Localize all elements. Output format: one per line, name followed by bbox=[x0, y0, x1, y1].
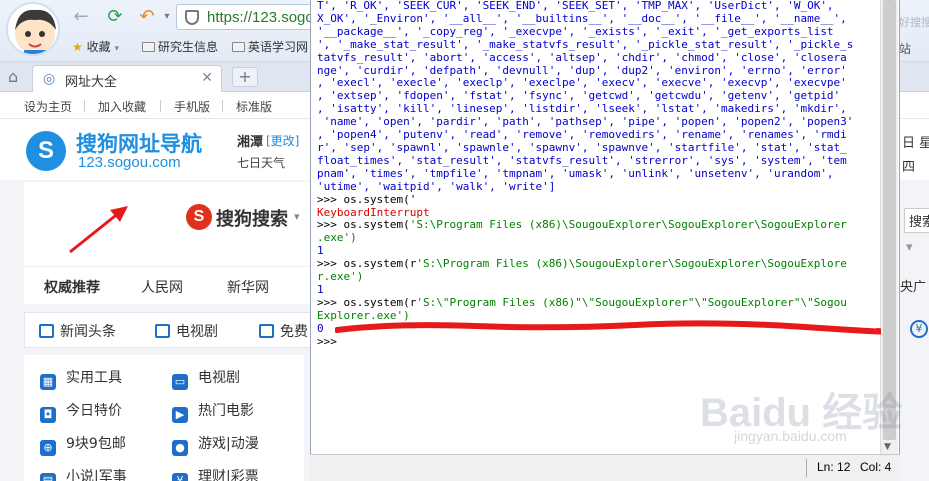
chevron-down-icon: ▾ bbox=[114, 44, 119, 54]
shell-line: T', 'R_OK', 'SEEK_CUR', 'SEEK_END', 'SEE… bbox=[317, 0, 834, 12]
red-arrow-annotation bbox=[69, 206, 128, 254]
date-fragment: 日 星期 bbox=[902, 136, 929, 151]
shell-line: r', 'sep', 'spawnl', 'spawnle', 'spawnv'… bbox=[317, 140, 847, 154]
scroll-down-arrow-icon[interactable]: ▼ bbox=[884, 442, 891, 452]
shell-line: >>> os.system(r'S:\Program Files (x86)\S… bbox=[317, 257, 847, 271]
grid-icon: ▦ bbox=[40, 374, 56, 390]
tab-news-headlines[interactable]: 新闻头条 bbox=[39, 321, 116, 341]
authority-links: 权威推荐 人民网 新华网 bbox=[24, 266, 310, 304]
undo-dropdown-icon[interactable]: ▾ bbox=[156, 6, 178, 28]
back-icon[interactable]: ← bbox=[70, 6, 92, 28]
divider bbox=[222, 100, 223, 112]
weather-link[interactable]: 七日天气 bbox=[237, 154, 285, 171]
shell-line: ', '_make_stat_result', '_make_statvfs_r… bbox=[317, 37, 854, 51]
news-tabs: 新闻头条 电视剧 免费 bbox=[24, 312, 314, 348]
shell-line: >>> os.system(' bbox=[317, 192, 417, 206]
shell-line: >>> os.system('S:\Program Files (x86)\So… bbox=[317, 218, 847, 232]
tv-icon bbox=[155, 324, 170, 338]
sogou-search-logo-icon: S bbox=[186, 204, 212, 230]
divider bbox=[84, 100, 85, 112]
free-icon bbox=[259, 324, 274, 338]
category-item[interactable]: ▦ 实用工具 bbox=[40, 367, 122, 390]
address-bar[interactable]: https://123.sogou bbox=[176, 4, 322, 30]
tv-icon: ▭ bbox=[172, 374, 188, 390]
shell-line: .exe') bbox=[317, 231, 357, 245]
right-bookmark-fragment: 好搜搜 bbox=[899, 16, 929, 29]
tab-tv-series[interactable]: 电视剧 bbox=[155, 321, 218, 341]
category-item[interactable]: ▭ 电视剧 bbox=[172, 367, 240, 390]
gamer-icon: ● bbox=[172, 440, 188, 456]
status-column-number: Col: 4 bbox=[860, 460, 892, 474]
category-item[interactable]: ⊕ 9块9包邮 bbox=[40, 433, 126, 456]
url-text: https://123.sogou bbox=[207, 9, 323, 26]
shell-line: >>> bbox=[317, 334, 337, 348]
category-item[interactable]: ▤ 小说|军事 bbox=[40, 466, 127, 481]
category-item[interactable]: ◘ 今日特价 bbox=[40, 400, 122, 423]
shell-line: X_OK', '_Environ', '__all__', '__builtin… bbox=[317, 11, 847, 25]
star-icon: ★ bbox=[72, 40, 83, 54]
shell-status-bar: Ln: 12 Col: 4 bbox=[310, 454, 900, 481]
bookmarks-bar: ★ 收藏 ▾ 研究生信息 英语学习网 bbox=[66, 36, 326, 58]
yen-icon: ¥ bbox=[172, 473, 188, 481]
red-underline-annotation bbox=[335, 320, 881, 335]
mobile-version-link[interactable]: 手机版 bbox=[174, 98, 210, 115]
divider bbox=[160, 100, 161, 112]
tab-label: 网址大全 bbox=[65, 75, 118, 90]
authority-link-xinhua[interactable]: 新华网 bbox=[227, 277, 269, 297]
film-icon: ▶ bbox=[172, 407, 188, 423]
standard-version-link[interactable]: 标准版 bbox=[236, 98, 272, 115]
sogou-logo-icon[interactable]: S bbox=[26, 131, 66, 171]
category-item[interactable]: ▶ 热门电影 bbox=[172, 400, 254, 423]
shield-icon bbox=[185, 10, 199, 25]
refresh-icon[interactable]: ⟳ bbox=[104, 6, 126, 28]
search-engine-label[interactable]: 搜狗搜索 bbox=[216, 205, 288, 231]
folder-icon bbox=[232, 42, 245, 52]
shell-line: '__package__', '_copy_reg', '_execvpe', … bbox=[317, 24, 834, 38]
bookmark-favorites[interactable]: ★ 收藏 ▾ bbox=[72, 38, 119, 55]
authority-title: 权威推荐 bbox=[44, 280, 100, 296]
category-list: ▦ 实用工具 ▭ 电视剧 ◘ 今日特价 ▶ 热门电影 ⊕ 9块9包邮 ● 游戏|动漫 ▤ 小说… bbox=[24, 355, 304, 481]
tab-free[interactable]: 免费 bbox=[259, 321, 308, 341]
set-homepage-link[interactable]: 设为主页 bbox=[24, 98, 72, 115]
cart-icon: ⊕ bbox=[40, 440, 56, 456]
yen-icon[interactable]: ¥ bbox=[910, 320, 928, 338]
globe-icon: ◎ bbox=[43, 71, 56, 87]
search-button[interactable]: 搜索 bbox=[904, 208, 929, 233]
chevron-down-icon[interactable]: ▾ bbox=[906, 240, 913, 255]
scrollbar-thumb[interactable] bbox=[883, 0, 896, 440]
home-icon[interactable]: ⌂ bbox=[8, 67, 18, 86]
bookmark-folder-2[interactable]: 英语学习网 bbox=[232, 38, 308, 55]
right-folder-fragment: 站 bbox=[899, 42, 912, 56]
news-icon bbox=[39, 324, 54, 338]
close-icon[interactable]: ✕ bbox=[201, 70, 213, 86]
shell-line: pnam', 'times', 'tmpfile', 'tmpnam', 'um… bbox=[317, 166, 834, 180]
logo-subtitle: 123.sogou.com bbox=[78, 154, 181, 171]
tab-active[interactable]: ◎ 网址大全 ✕ bbox=[32, 65, 222, 92]
city-change-link[interactable]: [更改] bbox=[266, 132, 299, 149]
watermark-subtitle: jingyan.baidu.com bbox=[734, 428, 847, 444]
chevron-down-icon[interactable]: ▾ bbox=[294, 210, 300, 223]
divider bbox=[806, 459, 807, 477]
user-avatar[interactable] bbox=[6, 2, 60, 56]
shell-line: >>> os.system(r'S:\"Program Files (x86)"… bbox=[317, 295, 847, 309]
cctv-fragment[interactable]: 央广 bbox=[900, 276, 926, 295]
authority-link-peoples-daily[interactable]: 人民网 bbox=[141, 277, 183, 297]
weekday-fragment: 四 bbox=[902, 160, 916, 175]
category-item[interactable]: ● 游戏|动漫 bbox=[172, 433, 259, 456]
city-name: 湘潭 bbox=[237, 135, 264, 150]
bag-icon: ◘ bbox=[40, 407, 56, 423]
book-icon: ▤ bbox=[40, 473, 56, 481]
undo-icon[interactable]: ↶ bbox=[136, 6, 158, 28]
status-line-number: Ln: 12 bbox=[817, 460, 851, 474]
shell-line: tatvfs_result', 'abort', 'access', 'alts… bbox=[317, 50, 847, 64]
folder-icon bbox=[142, 42, 155, 52]
category-item[interactable]: ¥ 理财|彩票 bbox=[172, 466, 259, 481]
bookmark-folder-1[interactable]: 研究生信息 bbox=[142, 38, 218, 55]
shell-line: 'utime', 'waitpid', 'walk', 'write'] bbox=[317, 179, 556, 193]
add-favorite-link[interactable]: 加入收藏 bbox=[98, 98, 146, 115]
new-tab-button[interactable]: + bbox=[232, 67, 258, 87]
shell-line: r.exe') bbox=[317, 270, 364, 284]
shell-line: float_times', 'stat_result', 'statvfs_re… bbox=[317, 153, 847, 167]
